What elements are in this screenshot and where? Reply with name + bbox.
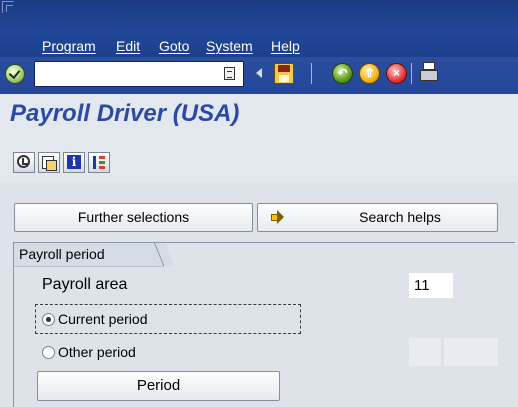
page-title: Payroll Driver (USA) (10, 100, 240, 127)
period-year-field[interactable] (444, 338, 498, 366)
program-documentation-icon (64, 153, 84, 172)
current-period-radio[interactable] (42, 313, 55, 326)
get-variant-icon (39, 153, 59, 172)
arrow-right-icon (271, 210, 284, 224)
period-button[interactable]: Period (37, 371, 280, 401)
exit-icon[interactable]: ⇧ (359, 63, 380, 84)
search-helps-label: Search helps (359, 209, 441, 225)
save-icon[interactable] (274, 63, 294, 84)
command-field-toggle-icon[interactable] (224, 67, 235, 80)
radio-selected-dot (46, 317, 51, 322)
other-period-radio[interactable] (42, 346, 55, 359)
payroll-area-label: Payroll area (42, 276, 128, 293)
payroll-area-field[interactable] (409, 273, 453, 298)
period-from-field[interactable] (409, 338, 441, 366)
execute-button[interactable] (13, 152, 35, 173)
search-helps-button[interactable]: Search helps (257, 203, 498, 232)
layout-button[interactable] (88, 152, 110, 173)
enter-icon[interactable] (5, 64, 25, 84)
frame-title: Payroll period (19, 246, 105, 262)
menu-goto[interactable]: Goto (159, 38, 189, 54)
back-icon[interactable]: ↶ (332, 63, 353, 84)
further-selections-button[interactable]: Further selections (14, 203, 253, 232)
other-period-label[interactable]: Other period (58, 344, 136, 360)
menu-edit[interactable]: Edit (116, 38, 140, 54)
toolbar-separator (311, 63, 312, 84)
print-icon[interactable] (420, 62, 440, 84)
current-period-label[interactable]: Current period (58, 311, 148, 327)
layout-icon (89, 153, 109, 172)
execute-clock-icon (14, 153, 34, 172)
frame-title-divider (14, 266, 164, 267)
menu-system[interactable]: System (206, 38, 253, 54)
system-menu-icon[interactable] (2, 1, 14, 13)
menu-help[interactable]: Help (271, 38, 300, 54)
toolbar-separator (411, 63, 412, 84)
cancel-icon[interactable]: × (386, 63, 407, 84)
program-documentation-button[interactable] (63, 152, 85, 173)
toolbar-collapse-arrow-icon[interactable] (256, 68, 262, 78)
menu-program[interactable]: Program (42, 38, 96, 54)
command-field[interactable] (34, 61, 244, 87)
get-variant-button[interactable] (38, 152, 60, 173)
